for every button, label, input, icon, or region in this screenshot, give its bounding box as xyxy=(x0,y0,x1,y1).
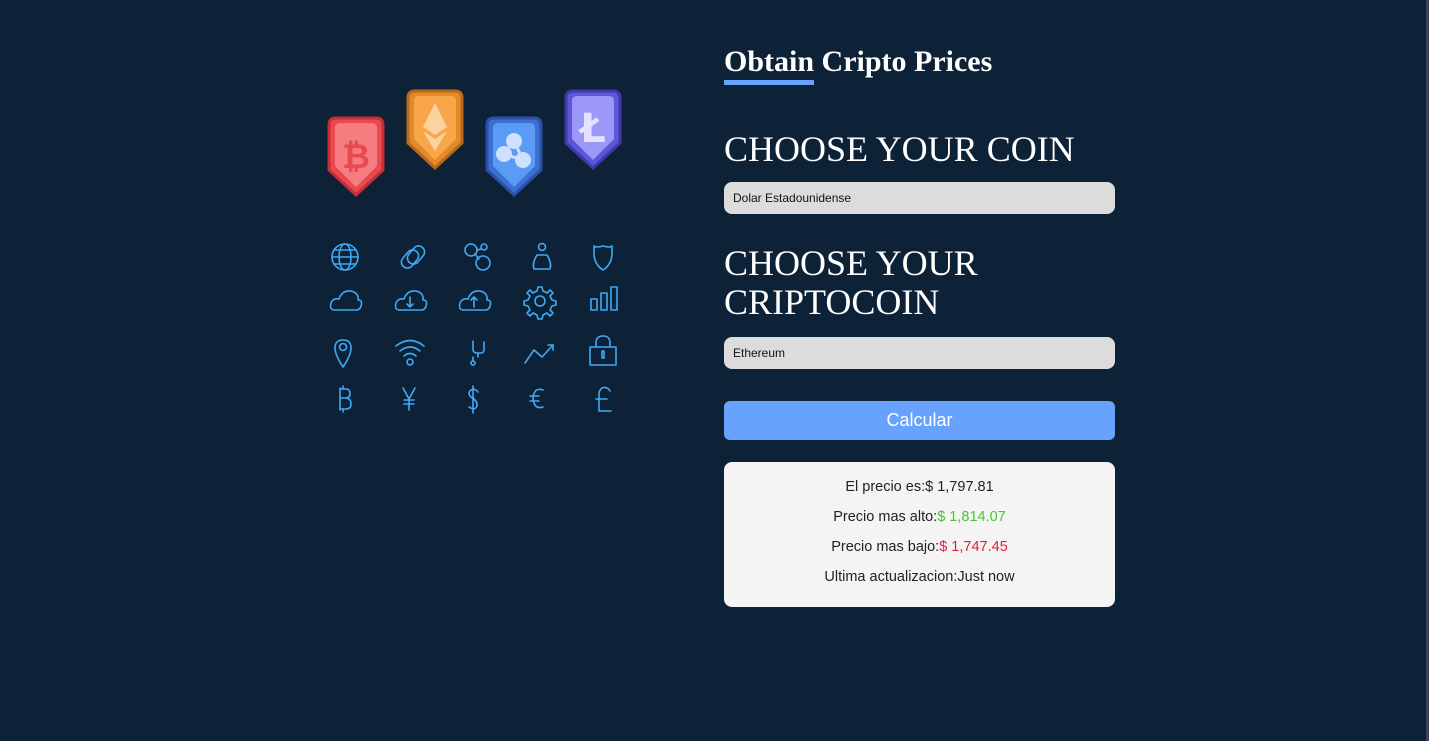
bitcoin-symbol-icon xyxy=(339,385,352,413)
svg-text:₿: ₿ xyxy=(342,137,370,177)
dollar-icon xyxy=(468,385,479,414)
high-price-label: Precio mas alto: xyxy=(833,509,938,525)
link-icon xyxy=(400,245,426,269)
coin-select-value: Dolar Estadounidense xyxy=(733,191,852,205)
low-price-label: Precio mas bajo: xyxy=(831,539,940,555)
litecoin-icon: Ł xyxy=(564,89,622,171)
lock-icon xyxy=(589,335,617,366)
ripple-icon xyxy=(485,116,543,198)
result-card: El precio es:$ 1,797.81 Precio mas alto:… xyxy=(724,462,1115,607)
price-label: El precio es: xyxy=(845,479,926,495)
crypto-select[interactable]: Ethereum xyxy=(724,337,1115,369)
usb-icon xyxy=(470,340,485,366)
yen-icon xyxy=(402,387,416,411)
cloud-upload-icon xyxy=(458,290,492,311)
price-row: El precio es:$ 1,797.81 xyxy=(724,479,1115,496)
last-update-label: Ultima actualizacion: xyxy=(824,569,958,585)
euro-icon xyxy=(529,388,544,409)
calculate-button[interactable]: Calcular xyxy=(724,401,1115,440)
crypto-select-value: Ethereum xyxy=(733,346,786,360)
crypto-illustration: ₿ Ł xyxy=(320,85,630,425)
globe-icon xyxy=(331,243,359,271)
money-bag-icon xyxy=(532,242,552,270)
last-update-row: Ultima actualizacion:Just now xyxy=(724,569,1115,586)
location-pin-icon xyxy=(334,339,352,368)
shield-icon xyxy=(593,245,613,271)
bar-chart-icon xyxy=(590,286,618,311)
gear-icon xyxy=(523,286,557,320)
ethereum-icon xyxy=(406,89,464,171)
network-icon xyxy=(464,243,491,271)
cloud-download-icon xyxy=(394,290,428,311)
calculator-panel: Obtain Cripto Prices CHOOSE YOUR COIN Do… xyxy=(724,40,1115,607)
svg-text:Ł: Ł xyxy=(578,106,606,152)
page-title: Obtain Cripto Prices xyxy=(724,45,993,78)
high-price-row: Precio mas alto:$ 1,814.07 xyxy=(724,509,1115,526)
cloud-icon xyxy=(329,290,363,311)
coin-heading: CHOOSE YOUR COIN xyxy=(724,129,1075,169)
high-price-value: $ 1,814.07 xyxy=(937,509,1006,525)
price-value: $ 1,797.81 xyxy=(925,479,994,495)
bitcoin-icon: ₿ xyxy=(327,116,385,198)
last-update-value: Just now xyxy=(957,569,1015,585)
wifi-icon xyxy=(395,339,425,366)
coin-select[interactable]: Dolar Estadounidense xyxy=(724,182,1115,214)
low-price-row: Precio mas bajo:$ 1,747.45 xyxy=(724,539,1115,556)
pound-icon xyxy=(595,386,612,412)
low-price-value: $ 1,747.45 xyxy=(939,539,1008,555)
trend-up-icon xyxy=(524,344,554,364)
crypto-heading: CHOOSE YOUR CRIPTOCOIN xyxy=(724,243,978,322)
